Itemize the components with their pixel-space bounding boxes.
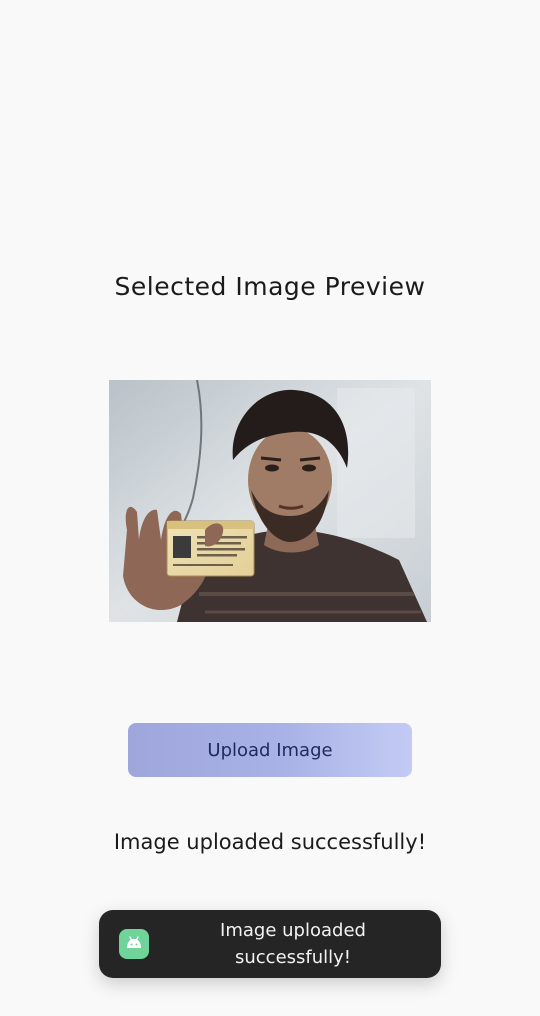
- android-icon: [119, 929, 149, 959]
- page-title: Selected Image Preview: [114, 272, 426, 301]
- upload-image-button[interactable]: Upload Image: [128, 723, 412, 777]
- upload-status-message: Image uploaded successfully!: [113, 830, 427, 854]
- app-screen: Selected Image Preview Upload Image Imag…: [0, 0, 540, 1016]
- toast-message: Image uploaded successfully!: [220, 920, 366, 968]
- toast-notification: Image uploaded successfully!: [99, 910, 441, 978]
- selected-image-preview: [109, 380, 431, 622]
- preview-photo: [109, 380, 431, 622]
